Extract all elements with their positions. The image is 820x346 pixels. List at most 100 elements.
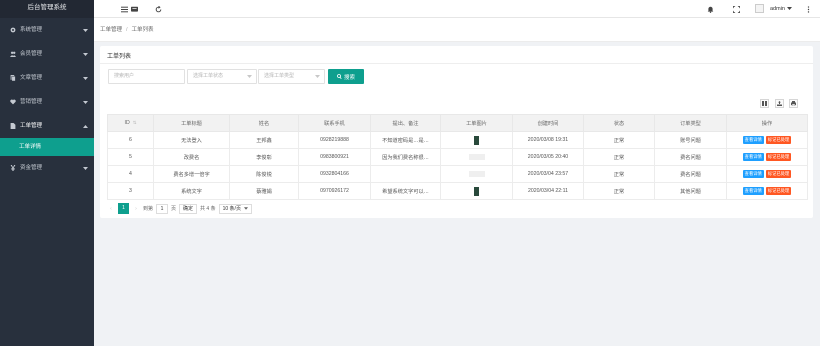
columns-icon[interactable] [760,99,769,108]
column-header-status: 状态 [583,114,655,132]
view-detail-button[interactable]: 查看详情 [742,136,764,144]
sidebar-item-label: 工单管理 [20,123,43,129]
cell-name: 李俊彰 [229,148,299,166]
divider [100,63,813,64]
sidebar-item-members[interactable]: 会员管理 [0,42,94,66]
goto-page-input[interactable]: 1 [156,203,169,214]
print-icon[interactable] [789,99,798,108]
chat-icon[interactable] [130,5,138,13]
page-unit-label: 页 [171,206,177,212]
sidebar-item-label: 营销管理 [20,99,43,105]
search-button-label: 搜索 [343,74,355,81]
goto-label: 到第 [143,206,154,212]
user-menu[interactable]: admin [755,4,792,13]
fullscreen-icon[interactable] [732,5,740,13]
cell-actions: 查看详情 标记已处理 [726,182,808,200]
export-icon[interactable] [775,99,784,108]
cell-type: 费名问题 [654,165,727,183]
cell-phone: 0970926172 [298,182,371,200]
mark-processed-button[interactable]: 标记已处理 [765,170,792,178]
users-icon [9,51,16,58]
cell-actions: 查看详情 标记已处理 [726,165,808,183]
search-user-input[interactable]: 搜索用户 [108,69,185,84]
sidebar-item-marketing[interactable]: 营销管理 [0,90,94,114]
breadcrumb-separator: / [126,27,128,33]
chevron-down-icon [82,156,88,180]
goto-confirm-button[interactable]: 确定 [179,203,198,214]
total-count: 共 4 条 [200,206,216,212]
cell-image [440,182,513,200]
next-page-icon[interactable]: › [132,206,140,212]
sidebar-item-funds[interactable]: 资金管理 [0,156,94,180]
cell-status: 正常 [583,182,655,200]
ticket-image-thumbnail[interactable] [468,153,485,160]
menu-icon[interactable] [120,5,128,13]
view-detail-button[interactable]: 查看详情 [742,153,764,161]
cell-id: 6 [107,131,154,149]
chevron-down-icon [247,75,252,78]
file-icon [9,123,16,130]
username: admin [770,5,785,12]
sidebar-item-label: 会员管理 [20,51,43,57]
search-button[interactable]: 搜索 [328,69,364,84]
chevron-down-icon [82,66,88,90]
sidebar-item-articles[interactable]: 文章管理 [0,66,94,90]
view-detail-button[interactable]: 查看详情 [742,170,764,178]
status-select-placeholder: 选择工单状态 [193,73,224,79]
cell-name: 王邦鑫 [229,131,299,149]
ticket-list-card: 工单列表 搜索用户 选择工单状态 选择工单类型 搜索 ID ⇅ 工单标题 姓名 联… [100,46,813,218]
sidebar-subitem-ticket-detail[interactable]: 工单详情 [0,138,94,156]
cell-image [440,165,513,183]
cell-actions: 查看详情 标记已处理 [726,148,808,166]
table-header-row: ID ⇅ 工单标题 姓名 联系手机 提出、备注 工单图片 创建时间 状态 订单类型… [107,114,808,132]
cell-title: 改费名 [153,148,230,166]
ticket-image-thumbnail[interactable] [474,135,479,145]
card-title: 工单列表 [107,54,132,60]
refresh-icon[interactable] [154,5,162,13]
column-header-id[interactable]: ID ⇅ [107,114,154,132]
cell-name: 陈俊锐 [229,165,299,183]
column-header-title: 工单标题 [153,114,230,132]
sidebar-item-tickets[interactable]: 工单管理 [0,114,94,138]
cell-status: 正常 [583,148,655,166]
cell-status: 正常 [583,131,655,149]
page-size-value: 10 条/页 [222,206,241,212]
view-detail-button[interactable]: 查看详情 [742,187,764,195]
ticket-image-thumbnail[interactable] [474,186,479,196]
more-icon[interactable] [804,5,812,13]
mark-processed-button[interactable]: 标记已处理 [765,153,792,161]
app-title: 后台管理系统 [0,0,94,18]
bell-icon[interactable] [706,5,714,13]
status-select[interactable]: 选择工单状态 [187,69,257,84]
breadcrumb-home[interactable]: 工单管理 [100,27,122,33]
cell-note: 希望系统文字可以… [370,182,441,200]
cell-title: 系统文字 [153,182,230,200]
cell-actions: 查看详情 标记已处理 [726,131,808,149]
type-select[interactable]: 选择工单类型 [258,69,325,84]
pagination: ‹ 1 › 到第 1 页 确定 共 4 条 10 条/页 [107,203,252,214]
chevron-down-icon [315,75,320,78]
cell-type: 账号问题 [654,131,727,149]
ticket-image-thumbnail[interactable] [468,170,485,177]
table-row: 5 改费名 李俊彰 0983800921 因为我们费名称很… 2020/03/0… [107,148,808,166]
mark-processed-button[interactable]: 标记已处理 [765,187,792,195]
sidebar-item-system[interactable]: 系统管理 [0,18,94,42]
cell-note: 不知道密码是…是… [370,131,441,149]
cell-time: 2020/03/08 19:31 [512,131,584,149]
page-size-select[interactable]: 10 条/页 [218,203,252,214]
column-header-type: 订单类型 [654,114,727,132]
breadcrumb-current: 工单列表 [131,27,154,33]
sort-icon[interactable]: ⇅ [133,120,137,126]
prev-page-icon[interactable]: ‹ [107,206,115,212]
cell-title: 无法登入 [153,131,230,149]
column-header-note: 提出、备注 [370,114,441,132]
column-header-image: 工单图片 [440,114,513,132]
search-icon [337,74,342,79]
document-icon [9,75,16,82]
cell-time: 2020/03/04 22:11 [512,182,584,200]
page-current[interactable]: 1 [118,203,129,214]
mark-processed-button[interactable]: 标记已处理 [765,136,792,144]
cell-type: 其他问题 [654,182,727,200]
cell-note [370,165,441,183]
chevron-down-icon [82,90,88,114]
